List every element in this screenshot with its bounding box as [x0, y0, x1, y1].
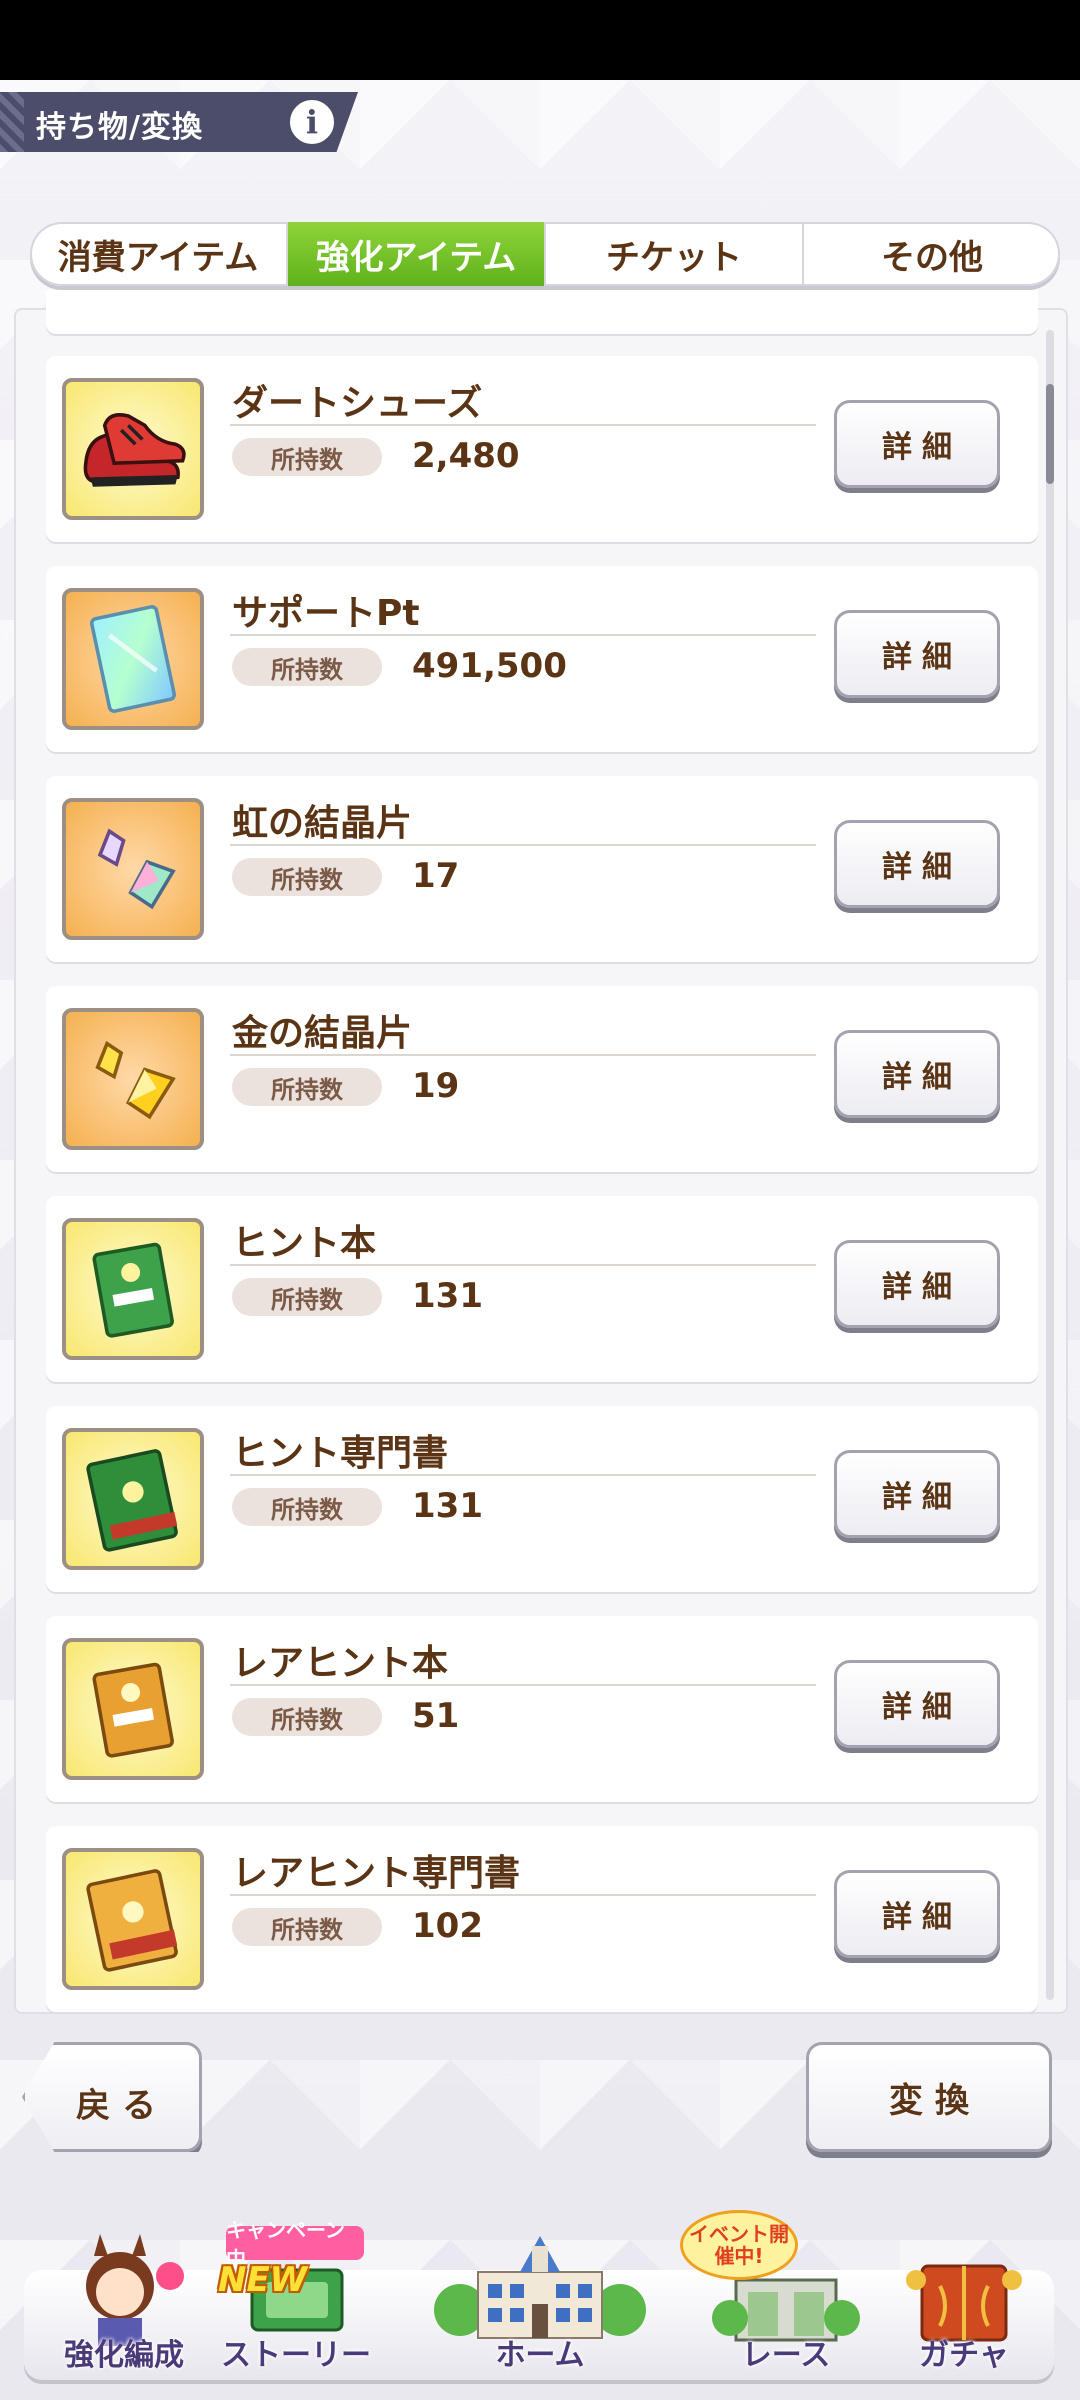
nav-item-home[interactable]: ホーム [420, 2226, 660, 2386]
nav-item-gacha[interactable]: ガチャ [874, 2226, 1054, 2386]
nav-item-enhance[interactable]: 強化編成 [34, 2226, 214, 2386]
detail-button[interactable]: 詳細 [834, 610, 1000, 698]
scrollbar-track[interactable] [1046, 330, 1054, 2000]
divider [230, 1264, 816, 1266]
event-badge: イベント開催中! [680, 2210, 798, 2280]
quantity-value: 131 [412, 1276, 483, 1316]
detail-button[interactable]: 詳細 [834, 1450, 1000, 1538]
category-tabs: 消費アイテム 強化アイテム チケット その他 [30, 222, 1060, 286]
detail-button[interactable]: 詳細 [834, 820, 1000, 908]
list-item: レアヒント専門書 所持数 102 詳細 [46, 1826, 1038, 2012]
divider [230, 1894, 816, 1896]
divider [230, 1474, 816, 1476]
new-badge: NEW [218, 2260, 308, 2300]
rainbow-crystal-icon [62, 798, 204, 940]
quantity-label: 所持数 [232, 1488, 382, 1526]
rare-hint-specialist-book-icon [62, 1848, 204, 1990]
gacha-door-icon [906, 2264, 1022, 2342]
detail-button[interactable]: 詳細 [834, 400, 1000, 488]
item-name: サポートPt [232, 593, 420, 634]
item-name: 金の結晶片 [232, 1013, 413, 1054]
nav-label: ガチャ [919, 2338, 1009, 2373]
item-name: レアヒント専門書 [232, 1853, 521, 1894]
quantity-label: 所持数 [232, 1908, 382, 1946]
item-name: 虹の結晶片 [232, 803, 413, 844]
list-item: 虹の結晶片 所持数 17 詳細 [46, 776, 1038, 962]
hint-book-icon [62, 1218, 204, 1360]
divider [230, 844, 816, 846]
divider [230, 424, 816, 426]
list-item: サポートPt 所持数 491,500 詳細 [46, 566, 1038, 752]
info-icon[interactable]: i [286, 96, 338, 148]
list-item-partial [46, 290, 1038, 334]
status-bar [0, 0, 1080, 80]
tab-tickets[interactable]: チケット [546, 222, 804, 286]
rare-hint-book-icon [62, 1638, 204, 1780]
back-button-label[interactable]: 戻る [76, 2078, 168, 2127]
campaign-badge: キャンペーン中 [226, 2218, 364, 2271]
list-item: ヒント本 所持数 131 詳細 [46, 1196, 1038, 1382]
quantity-label: 所持数 [232, 1698, 382, 1736]
list-item: レアヒント本 所持数 51 詳細 [46, 1616, 1038, 1802]
gold-crystal-icon [62, 1008, 204, 1150]
scrollbar-thumb[interactable] [1046, 384, 1054, 484]
page-title: 持ち物/変換 [36, 110, 203, 145]
school-building-icon [434, 2236, 646, 2339]
divider [230, 634, 816, 636]
quantity-value: 17 [412, 856, 460, 896]
nav-label: レース [741, 2338, 831, 2373]
nav-label: 強化編成 [64, 2338, 184, 2373]
quantity-value: 2,480 [412, 436, 520, 476]
item-name: ヒント本 [232, 1223, 377, 1264]
quantity-value: 102 [412, 1906, 483, 1946]
detail-button[interactable]: 詳細 [834, 1240, 1000, 1328]
tab-others[interactable]: その他 [804, 222, 1060, 286]
quantity-value: 51 [412, 1696, 460, 1736]
quantity-label: 所持数 [232, 858, 382, 896]
detail-button[interactable]: 詳細 [834, 1870, 1000, 1958]
quantity-value: 491,500 [412, 646, 567, 686]
support-pt-card-icon [62, 588, 204, 730]
hint-specialist-book-icon [62, 1428, 204, 1570]
quantity-value: 19 [412, 1066, 460, 1106]
detail-button[interactable]: 詳細 [834, 1660, 1000, 1748]
list-item: ヒント専門書 所持数 131 詳細 [46, 1406, 1038, 1592]
list-item: ダートシューズ 所持数 2,480 詳細 [46, 356, 1038, 542]
item-name: レアヒント本 [232, 1643, 449, 1684]
list-item: 金の結晶片 所持数 19 詳細 [46, 986, 1038, 1172]
quantity-label: 所持数 [232, 438, 382, 476]
detail-button[interactable]: 詳細 [834, 1030, 1000, 1118]
nav-label: ホーム [495, 2338, 585, 2373]
quantity-value: 131 [412, 1486, 483, 1526]
tab-consumable-items[interactable]: 消費アイテム [30, 222, 288, 286]
divider [230, 1684, 816, 1686]
convert-button[interactable]: 変換 [806, 2042, 1052, 2152]
tab-enhancement-items[interactable]: 強化アイテム [288, 222, 546, 286]
item-name: ダートシューズ [232, 383, 483, 424]
dirt-shoes-icon [62, 378, 204, 520]
item-name: ヒント専門書 [232, 1433, 449, 1474]
character-icon [86, 2234, 184, 2346]
quantity-label: 所持数 [232, 1068, 382, 1106]
quantity-label: 所持数 [232, 648, 382, 686]
divider [230, 1054, 816, 1056]
quantity-label: 所持数 [232, 1278, 382, 1316]
nav-label: ストーリー [221, 2338, 371, 2373]
